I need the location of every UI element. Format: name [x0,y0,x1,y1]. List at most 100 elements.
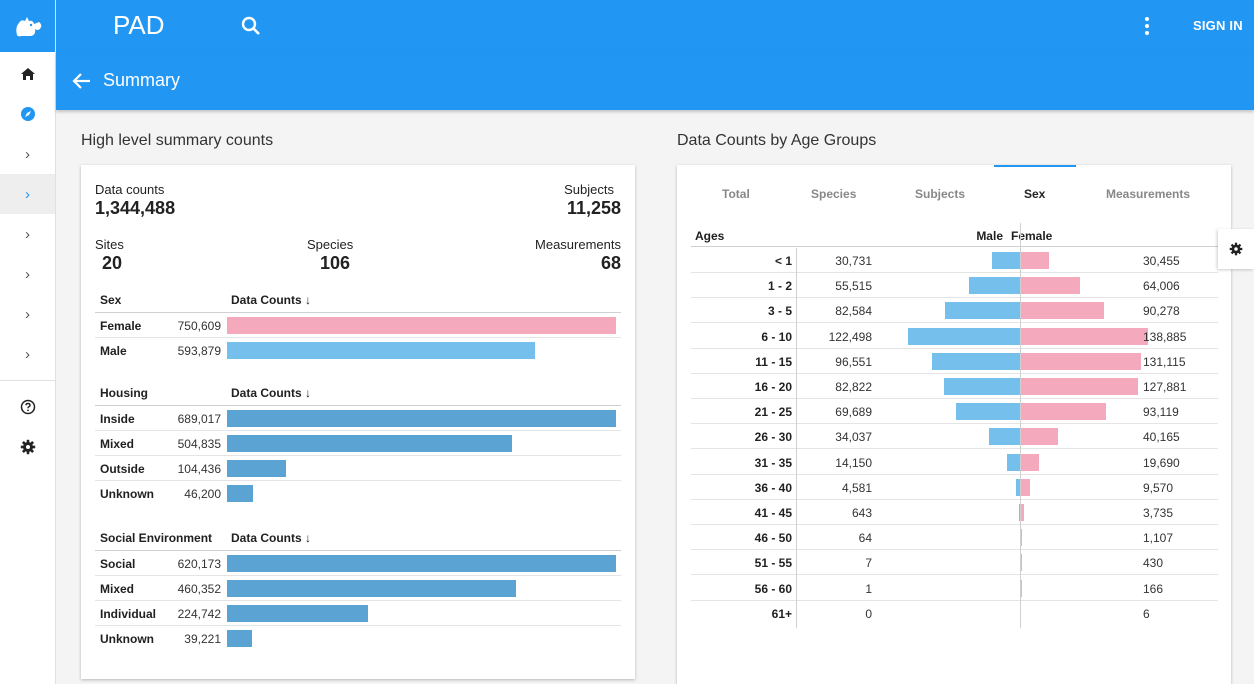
male-count: 55,515 [835,279,872,294]
row-value: 46,200 [184,487,221,501]
female-bar [1021,478,1030,496]
age-label: 31 - 35 [754,455,792,470]
nav-expand-3[interactable]: › [0,214,55,254]
app-logo[interactable] [0,0,55,52]
home-icon [20,68,35,80]
female-count: 3,735 [1143,506,1174,520]
male-header: Male [976,229,1003,243]
male-count: 643 [851,506,872,520]
row-value: 689,017 [177,412,221,426]
age-label: 36 - 40 [754,480,792,495]
group-row: Mixed 504,835 [95,431,621,456]
search-icon [241,16,260,35]
age-row: 1 - 2 55,515 64,006 [691,273,1218,299]
age-row: 61+ 0 6 [691,601,1218,626]
group-row: Male 593,879 [95,338,621,363]
female-bar [1021,352,1141,370]
female-header: Female [1011,229,1053,243]
male-count: 0 [865,606,872,621]
count-bar [227,410,616,427]
sort-data-counts-button[interactable]: Data Counts ↓ [231,386,311,400]
nav-expand-2[interactable]: › [0,174,55,214]
subjects-label: Subjects [564,182,614,197]
female-bar [1021,277,1080,295]
back-button[interactable] [71,70,93,92]
center-axis-line [1020,223,1021,628]
rail-divider [0,380,55,381]
chevron-right-icon: › [25,145,30,163]
sign-in-button[interactable]: SIGN IN [1193,18,1243,33]
female-bar [1021,403,1107,421]
nav-expand-6[interactable]: › [0,334,55,374]
male-bar [944,302,1020,320]
tab-sex[interactable]: Sex [1024,187,1045,201]
gear-icon [20,439,35,455]
group-row: Female 750,609 [95,313,621,338]
sites-value: 20 [102,253,123,273]
nav-settings[interactable] [0,427,55,467]
nav-expand-5[interactable]: › [0,294,55,334]
sites-label: Sites [95,237,124,252]
sort-data-counts-button[interactable]: Data Counts ↓ [231,531,311,545]
chevron-right-icon: › [25,185,30,203]
age-row: 56 - 60 1 166 [691,576,1218,601]
row-value: 750,609 [177,319,221,333]
male-count: 69,689 [835,405,872,420]
chart-settings-button[interactable] [1218,229,1254,269]
male-bar [956,403,1020,421]
group-name: Social Environment [100,531,213,545]
nav-explore[interactable] [0,94,55,134]
more-vert-dot [1145,31,1149,35]
female-count: 127,881 [1143,380,1187,394]
nav-expand-4[interactable]: › [0,254,55,294]
squirrel-logo-icon [15,17,41,37]
female-count: 64,006 [1143,279,1180,294]
tab-subjects[interactable]: Subjects [915,187,965,201]
chevron-right-icon: › [25,265,30,283]
tab-measurements[interactable]: Measurements [1106,187,1190,201]
count-bar [227,555,616,572]
tab-species[interactable]: Species [811,187,856,201]
age-label: 56 - 60 [754,581,792,596]
more-vert-icon [1145,17,1149,21]
more-menu-button[interactable] [1137,14,1157,38]
arrow-back-icon [72,73,90,89]
group-header: Sex Data Counts ↓ [95,289,621,313]
female-count: 40,165 [1143,430,1180,445]
row-label: Social [100,557,136,571]
nav-help[interactable] [0,387,55,427]
nav-rail: › › › › › › [0,0,56,684]
male-bar [908,327,1020,345]
active-tab-indicator [994,165,1076,167]
sort-data-counts-button[interactable]: Data Counts ↓ [231,293,311,307]
row-value: 104,436 [177,462,221,476]
female-bar [1021,504,1025,521]
age-groups-card: Total Species Subjects Sex Measurements Ages… [677,165,1231,684]
more-vert-dot [1145,24,1149,28]
group-name: Housing [100,386,148,400]
row-label: Inside [100,412,135,426]
species-label: Species [307,237,354,252]
nav-expand-1[interactable]: › [0,134,55,174]
male-count: 30,731 [835,254,872,268]
column-label: Data Counts [231,293,302,307]
column-divider [796,248,797,628]
row-label: Female [100,319,142,333]
male-count: 122,498 [828,329,872,344]
nav-home[interactable] [0,54,55,94]
age-label: 41 - 45 [754,506,792,520]
arrow-down-icon: ↓ [305,386,312,400]
row-value: 593,879 [177,344,221,358]
female-bar [1021,529,1022,547]
count-bar [227,342,535,359]
tab-total[interactable]: Total [722,187,750,201]
measurements-value: 68 [600,253,621,273]
page-header: Summary [56,52,1254,110]
arrow-down-icon: ↓ [305,293,312,307]
row-label: Mixed [100,582,135,596]
search-button[interactable] [239,14,263,38]
subjects-value: 11,258 [566,198,621,218]
count-bar [227,630,252,647]
row-value: 504,835 [177,437,221,451]
measurements-label: Measurements [535,237,621,252]
